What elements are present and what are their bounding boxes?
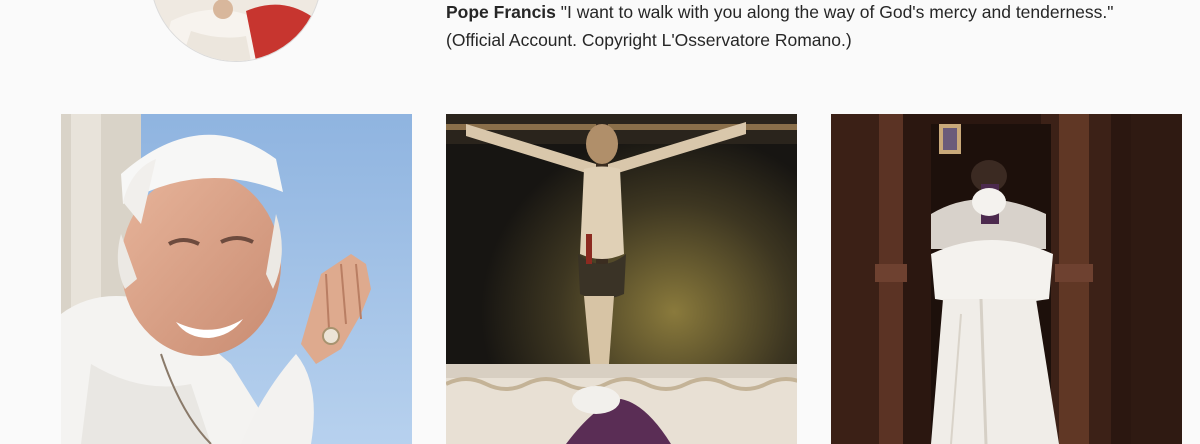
avatar-photo [151, 0, 321, 61]
confessional-photo [831, 114, 1182, 444]
post-thumbnail-confessional[interactable] [831, 114, 1182, 444]
profile-bio: Pope Francis "I want to walk with you al… [446, 0, 1136, 54]
post-grid [61, 114, 1182, 444]
post-thumbnail-crucifix-prayer[interactable] [446, 114, 797, 444]
profile-name: Pope Francis [446, 2, 556, 22]
pope-waving-photo [61, 114, 412, 444]
post-thumbnail-pope-waving[interactable] [61, 114, 412, 444]
crucifix-prayer-photo [446, 114, 797, 444]
profile-avatar[interactable] [150, 0, 322, 62]
